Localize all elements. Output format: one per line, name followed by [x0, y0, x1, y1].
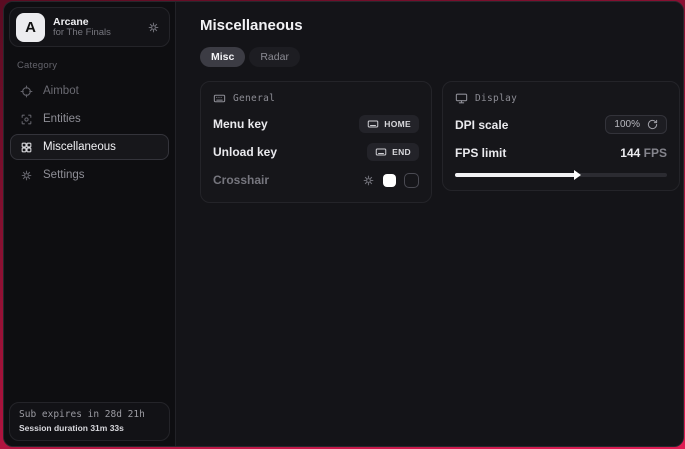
- keybind-value: END: [392, 147, 411, 157]
- unload-key-row: Unload key END: [213, 143, 419, 161]
- unload-key-label: Unload key: [213, 145, 277, 159]
- monitor-icon: [455, 92, 468, 105]
- sub-expires-text: Sub expires in 28d 21h: [19, 409, 160, 420]
- main-panel: Miscellaneous Misc Radar General Menu ke…: [176, 2, 684, 446]
- crosshair-icon: [20, 85, 33, 98]
- session-duration-text: Session duration 31m 33s: [19, 423, 160, 433]
- card-title: Display: [475, 93, 517, 104]
- fps-slider[interactable]: [455, 173, 667, 177]
- menu-key-bind-button[interactable]: HOME: [359, 115, 419, 133]
- keyboard-icon: [367, 118, 379, 130]
- fps-limit-row: FPS limit 144 FPS: [455, 144, 667, 162]
- dpi-scale-row: DPI scale 100%: [455, 115, 667, 134]
- crosshair-color-swatch[interactable]: [383, 174, 396, 187]
- crosshair-row: Crosshair: [213, 171, 419, 189]
- app-window: A Arcane for The Finals Category Aimbot: [3, 1, 684, 447]
- fps-limit-label: FPS limit: [455, 146, 506, 160]
- subscription-status-box: Sub expires in 28d 21h Session duration …: [9, 402, 170, 441]
- fps-slider-fill: [455, 173, 576, 177]
- tab-radar[interactable]: Radar: [249, 47, 300, 67]
- general-card: General Menu key HOME Unload key: [200, 81, 432, 203]
- grid-icon: [20, 141, 33, 154]
- app-subtitle: for The Finals: [53, 28, 139, 39]
- tab-bar: Misc Radar: [200, 47, 680, 67]
- gear-icon[interactable]: [147, 21, 160, 34]
- sidebar-item-label: Aimbot: [43, 85, 79, 97]
- keyboard-icon: [375, 146, 387, 158]
- gear-icon: [20, 169, 33, 182]
- sidebar-item-settings[interactable]: Settings: [10, 162, 169, 188]
- keyboard-icon: [213, 92, 226, 105]
- sidebar-item-entities[interactable]: Entities: [10, 106, 169, 132]
- keybind-value: HOME: [384, 119, 411, 129]
- crosshair-label: Crosshair: [213, 173, 269, 187]
- card-title: General: [233, 93, 275, 104]
- sidebar-item-label: Miscellaneous: [43, 141, 116, 153]
- category-label: Category: [17, 60, 170, 71]
- page-title: Miscellaneous: [200, 17, 680, 34]
- sidebar-item-label: Entities: [43, 113, 81, 125]
- dpi-scale-label: DPI scale: [455, 118, 508, 132]
- sidebar-item-miscellaneous[interactable]: Miscellaneous: [10, 134, 169, 160]
- entities-scan-icon: [20, 113, 33, 126]
- unload-key-bind-button[interactable]: END: [367, 143, 419, 161]
- sidebar-item-aimbot[interactable]: Aimbot: [10, 78, 169, 104]
- fps-unit: FPS: [644, 146, 667, 160]
- fps-slider-thumb[interactable]: [574, 170, 581, 180]
- app-logo: A: [16, 13, 45, 42]
- menu-key-row: Menu key HOME: [213, 115, 419, 133]
- dpi-scale-control[interactable]: 100%: [605, 115, 667, 134]
- brand-box: A Arcane for The Finals: [9, 7, 170, 47]
- fps-value: 144: [620, 146, 640, 160]
- sidebar-item-label: Settings: [43, 169, 85, 181]
- tab-misc[interactable]: Misc: [200, 47, 245, 67]
- sidebar: A Arcane for The Finals Category Aimbot: [4, 2, 176, 446]
- menu-key-label: Menu key: [213, 117, 268, 131]
- refresh-icon[interactable]: [647, 119, 658, 130]
- display-card: Display DPI scale 100% FPS limit: [442, 81, 680, 191]
- crosshair-checkbox[interactable]: [404, 173, 419, 188]
- dpi-scale-value: 100%: [614, 119, 640, 130]
- gear-icon[interactable]: [362, 174, 375, 187]
- app-title: Arcane: [53, 16, 139, 28]
